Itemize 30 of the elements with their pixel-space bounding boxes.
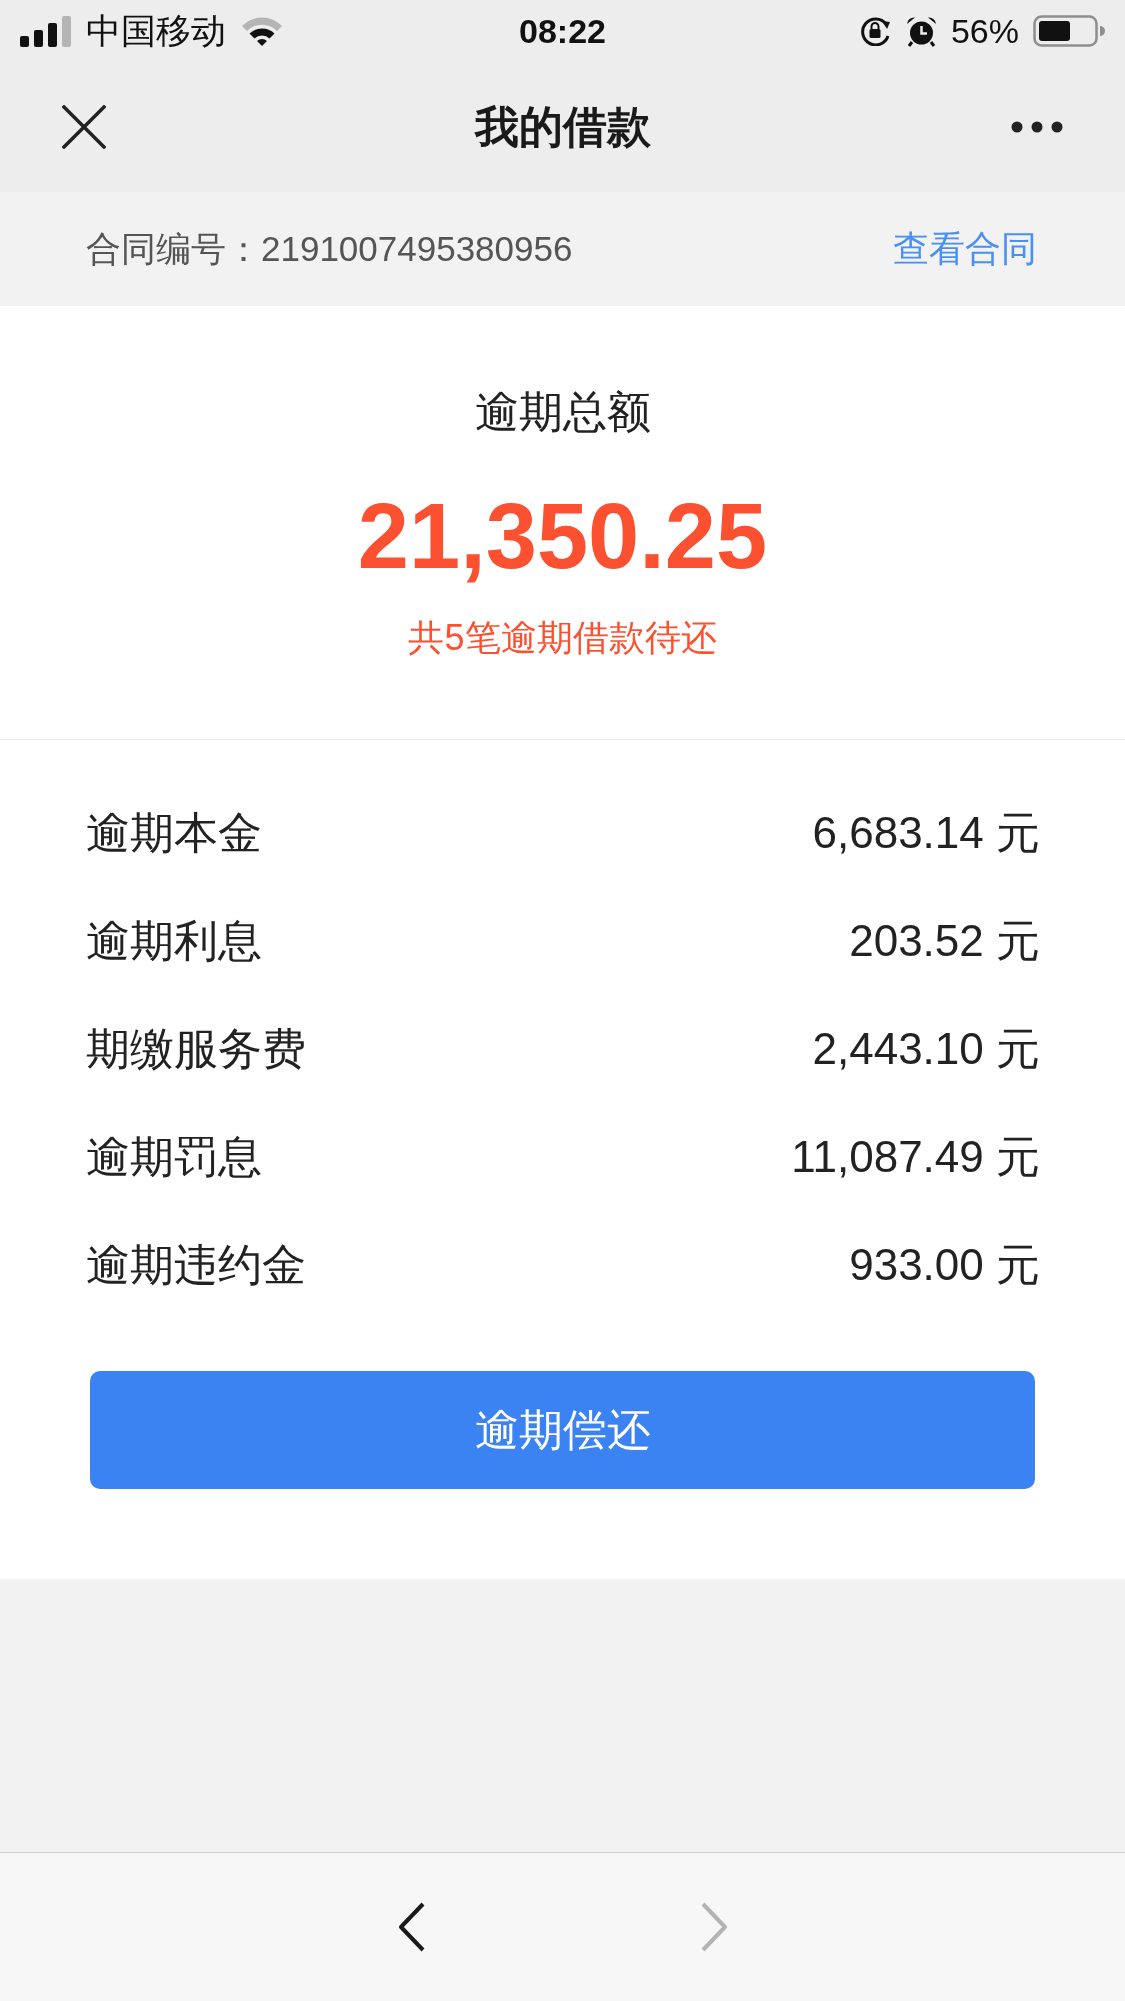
battery-icon — [1033, 15, 1105, 47]
status-time: 08:22 — [519, 11, 606, 52]
page-title: 我的借款 — [474, 101, 651, 153]
fee-amount: 203.52 元 — [849, 915, 1040, 967]
carrier-name: 中国移动 — [86, 10, 226, 52]
fee-label: 期缴服务费 — [86, 1023, 306, 1075]
rotation-lock-icon — [859, 16, 892, 46]
contract-number: 合同编号：2191007495380956 — [86, 228, 573, 270]
fee-label: 逾期本金 — [86, 807, 262, 859]
signal-icon — [20, 15, 72, 47]
overdue-total-amount: 21,350.25 — [357, 486, 768, 586]
fee-label: 逾期利息 — [86, 915, 262, 967]
fee-amount: 6,683.14 元 — [812, 807, 1040, 859]
more-button[interactable] — [1009, 119, 1065, 135]
chevron-left-icon — [397, 1902, 426, 1952]
overdue-count-note: 共5笔逾期借款待还 — [408, 616, 717, 660]
fee-label: 逾期违约金 — [86, 1239, 306, 1291]
fee-amount: 933.00 元 — [849, 1239, 1040, 1291]
view-contract-link[interactable]: 查看合同 — [893, 227, 1037, 271]
chevron-right-icon — [699, 1902, 728, 1952]
close-icon — [62, 105, 106, 149]
more-icon — [1011, 121, 1063, 133]
repay-button[interactable]: 逾期偿还 — [90, 1371, 1035, 1489]
fee-amount: 11,087.49 元 — [791, 1131, 1040, 1183]
fee-label: 逾期罚息 — [86, 1131, 262, 1183]
battery-percent: 56% — [950, 11, 1019, 52]
fee-amount: 2,443.10 元 — [812, 1023, 1040, 1075]
close-button[interactable] — [60, 103, 108, 151]
alarm-icon — [905, 15, 937, 47]
overdue-total-label: 逾期总额 — [474, 386, 651, 438]
